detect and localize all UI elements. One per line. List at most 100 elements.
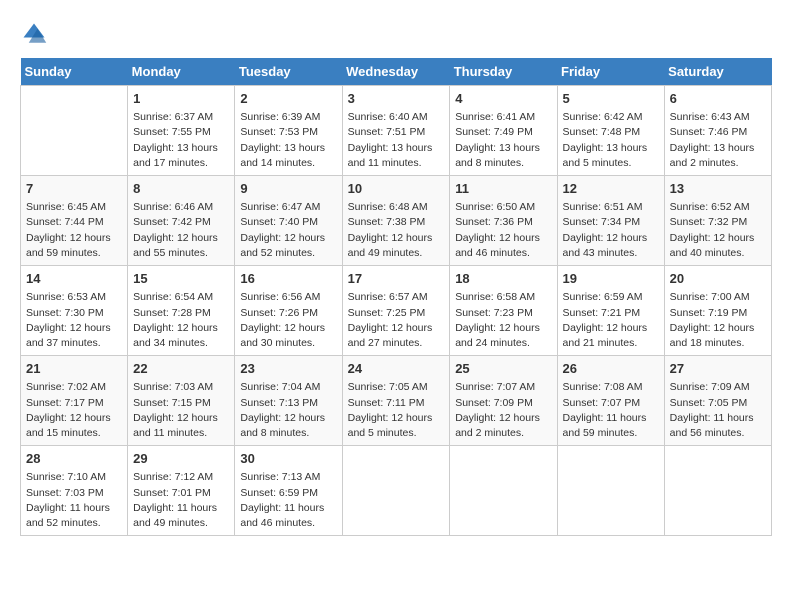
day-info: Sunrise: 7:09 AM Sunset: 7:05 PM Dayligh…	[670, 380, 766, 441]
day-number: 20	[670, 270, 766, 288]
day-info: Sunrise: 7:04 AM Sunset: 7:13 PM Dayligh…	[240, 380, 336, 441]
day-info: Sunrise: 6:48 AM Sunset: 7:38 PM Dayligh…	[348, 200, 445, 261]
day-info: Sunrise: 6:57 AM Sunset: 7:25 PM Dayligh…	[348, 290, 445, 351]
day-number: 22	[133, 360, 229, 378]
day-number: 17	[348, 270, 445, 288]
column-header-tuesday: Tuesday	[235, 58, 342, 86]
calendar-week-row: 28Sunrise: 7:10 AM Sunset: 7:03 PM Dayli…	[21, 446, 772, 536]
day-info: Sunrise: 6:46 AM Sunset: 7:42 PM Dayligh…	[133, 200, 229, 261]
day-number: 15	[133, 270, 229, 288]
day-number: 21	[26, 360, 122, 378]
column-header-monday: Monday	[128, 58, 235, 86]
day-info: Sunrise: 6:45 AM Sunset: 7:44 PM Dayligh…	[26, 200, 122, 261]
day-number: 25	[455, 360, 551, 378]
calendar-cell	[557, 446, 664, 536]
day-info: Sunrise: 6:52 AM Sunset: 7:32 PM Dayligh…	[670, 200, 766, 261]
calendar-cell: 2 Sunrise: 6:39 AM Sunset: 7:53 PM Daylig…	[235, 86, 342, 176]
calendar-cell: 15 Sunrise: 6:54 AM Sunset: 7:28 PM Dayli…	[128, 266, 235, 356]
day-number: 28	[26, 450, 122, 468]
day-info: Sunrise: 6:51 AM Sunset: 7:34 PM Dayligh…	[563, 200, 659, 261]
day-info: Sunrise: 7:08 AM Sunset: 7:07 PM Dayligh…	[563, 380, 659, 441]
day-info: Sunrise: 7:13 AM Sunset: 6:59 PM Dayligh…	[240, 470, 336, 531]
calendar-cell: 14Sunrise: 6:53 AM Sunset: 7:30 PM Dayli…	[21, 266, 128, 356]
day-number: 6	[670, 90, 766, 108]
day-info: Sunrise: 7:00 AM Sunset: 7:19 PM Dayligh…	[670, 290, 766, 351]
calendar-table: SundayMondayTuesdayWednesdayThursdayFrid…	[20, 58, 772, 536]
day-info: Sunrise: 6:37 AM Sunset: 7:55 PM Dayligh…	[133, 110, 229, 171]
column-header-friday: Friday	[557, 58, 664, 86]
day-number: 23	[240, 360, 336, 378]
calendar-week-row: 1 Sunrise: 6:37 AM Sunset: 7:55 PM Daylig…	[21, 86, 772, 176]
day-number: 13	[670, 180, 766, 198]
calendar-cell: 18Sunrise: 6:58 AM Sunset: 7:23 PM Dayli…	[450, 266, 557, 356]
day-number: 30	[240, 450, 336, 468]
day-info: Sunrise: 7:05 AM Sunset: 7:11 PM Dayligh…	[348, 380, 445, 441]
day-number: 11	[455, 180, 551, 198]
logo	[20, 20, 54, 48]
calendar-cell: 11 Sunrise: 6:50 AM Sunset: 7:36 PM Dayli…	[450, 176, 557, 266]
calendar-cell: 30 Sunrise: 7:13 AM Sunset: 6:59 PM Dayli…	[235, 446, 342, 536]
day-info: Sunrise: 6:41 AM Sunset: 7:49 PM Dayligh…	[455, 110, 551, 171]
column-header-thursday: Thursday	[450, 58, 557, 86]
calendar-cell: 10 Sunrise: 6:48 AM Sunset: 7:38 PM Dayli…	[342, 176, 450, 266]
logo-icon	[20, 20, 48, 48]
calendar-cell	[21, 86, 128, 176]
day-info: Sunrise: 6:47 AM Sunset: 7:40 PM Dayligh…	[240, 200, 336, 261]
day-info: Sunrise: 6:59 AM Sunset: 7:21 PM Dayligh…	[563, 290, 659, 351]
day-info: Sunrise: 6:56 AM Sunset: 7:26 PM Dayligh…	[240, 290, 336, 351]
calendar-week-row: 14Sunrise: 6:53 AM Sunset: 7:30 PM Dayli…	[21, 266, 772, 356]
calendar-cell: 22 Sunrise: 7:03 AM Sunset: 7:15 PM Dayli…	[128, 356, 235, 446]
day-number: 2	[240, 90, 336, 108]
calendar-cell: 1 Sunrise: 6:37 AM Sunset: 7:55 PM Daylig…	[128, 86, 235, 176]
calendar-cell: 8 Sunrise: 6:46 AM Sunset: 7:42 PM Daylig…	[128, 176, 235, 266]
calendar-cell: 3 Sunrise: 6:40 AM Sunset: 7:51 PM Daylig…	[342, 86, 450, 176]
calendar-cell: 7 Sunrise: 6:45 AM Sunset: 7:44 PM Daylig…	[21, 176, 128, 266]
calendar-cell: 5 Sunrise: 6:42 AM Sunset: 7:48 PM Daylig…	[557, 86, 664, 176]
day-number: 9	[240, 180, 336, 198]
day-number: 12	[563, 180, 659, 198]
day-number: 24	[348, 360, 445, 378]
day-number: 4	[455, 90, 551, 108]
day-info: Sunrise: 6:50 AM Sunset: 7:36 PM Dayligh…	[455, 200, 551, 261]
calendar-cell: 16Sunrise: 6:56 AM Sunset: 7:26 PM Dayli…	[235, 266, 342, 356]
day-number: 10	[348, 180, 445, 198]
calendar-cell: 6 Sunrise: 6:43 AM Sunset: 7:46 PM Daylig…	[664, 86, 771, 176]
day-info: Sunrise: 6:53 AM Sunset: 7:30 PM Dayligh…	[26, 290, 122, 351]
day-number: 27	[670, 360, 766, 378]
column-header-wednesday: Wednesday	[342, 58, 450, 86]
day-info: Sunrise: 7:03 AM Sunset: 7:15 PM Dayligh…	[133, 380, 229, 441]
calendar-cell	[342, 446, 450, 536]
calendar-cell: 21 Sunrise: 7:02 AM Sunset: 7:17 PM Dayli…	[21, 356, 128, 446]
day-info: Sunrise: 6:42 AM Sunset: 7:48 PM Dayligh…	[563, 110, 659, 171]
calendar-cell: 26Sunrise: 7:08 AM Sunset: 7:07 PM Dayli…	[557, 356, 664, 446]
calendar-cell: 13 Sunrise: 6:52 AM Sunset: 7:32 PM Dayli…	[664, 176, 771, 266]
day-number: 7	[26, 180, 122, 198]
calendar-cell: 23 Sunrise: 7:04 AM Sunset: 7:13 PM Dayli…	[235, 356, 342, 446]
day-info: Sunrise: 7:07 AM Sunset: 7:09 PM Dayligh…	[455, 380, 551, 441]
calendar-cell: 29 Sunrise: 7:12 AM Sunset: 7:01 PM Dayli…	[128, 446, 235, 536]
day-info: Sunrise: 7:02 AM Sunset: 7:17 PM Dayligh…	[26, 380, 122, 441]
day-number: 29	[133, 450, 229, 468]
column-header-sunday: Sunday	[21, 58, 128, 86]
page-header	[20, 20, 772, 48]
calendar-cell: 4 Sunrise: 6:41 AM Sunset: 7:49 PM Daylig…	[450, 86, 557, 176]
calendar-cell: 9 Sunrise: 6:47 AM Sunset: 7:40 PM Daylig…	[235, 176, 342, 266]
calendar-cell: 25 Sunrise: 7:07 AM Sunset: 7:09 PM Dayli…	[450, 356, 557, 446]
day-number: 18	[455, 270, 551, 288]
calendar-cell	[664, 446, 771, 536]
day-number: 1	[133, 90, 229, 108]
day-info: Sunrise: 6:40 AM Sunset: 7:51 PM Dayligh…	[348, 110, 445, 171]
day-info: Sunrise: 6:43 AM Sunset: 7:46 PM Dayligh…	[670, 110, 766, 171]
day-info: Sunrise: 6:54 AM Sunset: 7:28 PM Dayligh…	[133, 290, 229, 351]
calendar-week-row: 7 Sunrise: 6:45 AM Sunset: 7:44 PM Daylig…	[21, 176, 772, 266]
day-info: Sunrise: 6:39 AM Sunset: 7:53 PM Dayligh…	[240, 110, 336, 171]
day-info: Sunrise: 7:12 AM Sunset: 7:01 PM Dayligh…	[133, 470, 229, 531]
calendar-cell: 24 Sunrise: 7:05 AM Sunset: 7:11 PM Dayli…	[342, 356, 450, 446]
calendar-cell: 27 Sunrise: 7:09 AM Sunset: 7:05 PM Dayli…	[664, 356, 771, 446]
calendar-cell: 17 Sunrise: 6:57 AM Sunset: 7:25 PM Dayli…	[342, 266, 450, 356]
day-number: 5	[563, 90, 659, 108]
day-number: 8	[133, 180, 229, 198]
column-header-saturday: Saturday	[664, 58, 771, 86]
day-number: 3	[348, 90, 445, 108]
calendar-cell: 19Sunrise: 6:59 AM Sunset: 7:21 PM Dayli…	[557, 266, 664, 356]
